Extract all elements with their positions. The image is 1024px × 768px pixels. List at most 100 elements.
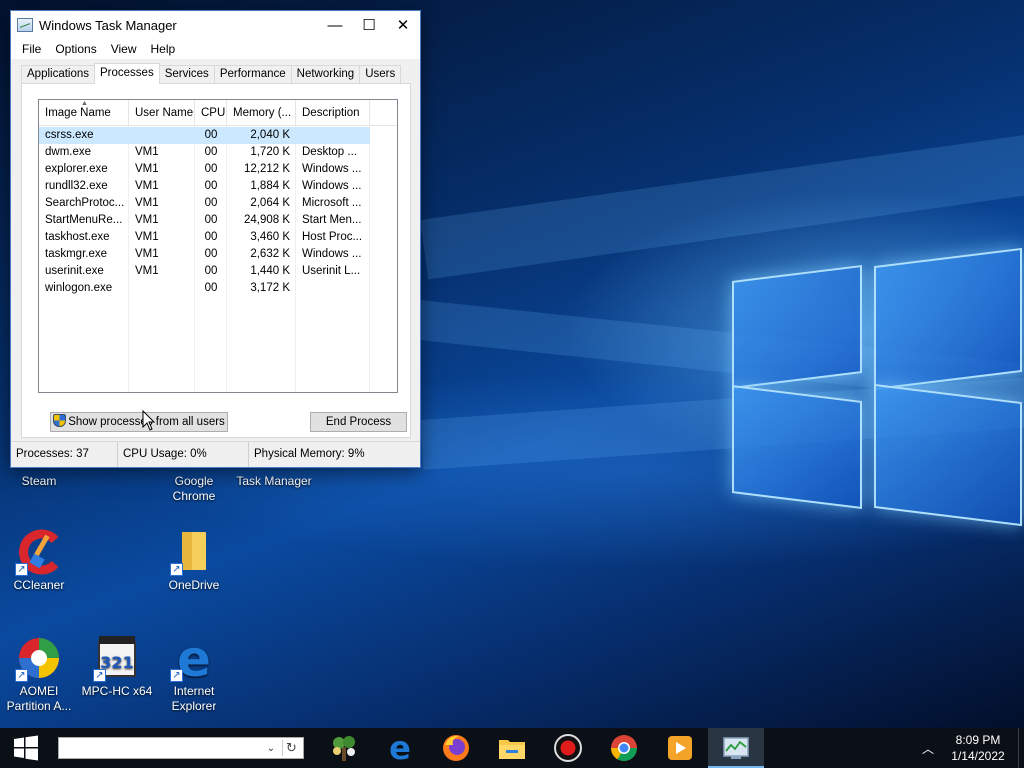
edge-icon: e ↗ <box>170 630 218 688</box>
clock-date: 1/14/2022 <box>951 749 1005 763</box>
close-button[interactable]: ✕ <box>386 11 420 39</box>
desktop-icon-onedrive[interactable]: ↗ OneDrive <box>155 528 233 593</box>
process-image-name: rundll32.exe <box>45 180 108 192</box>
table-row[interactable]: SearchProtoc... VM1 00 2,064 K Microsoft ... <box>39 195 397 212</box>
tab-processes[interactable]: Processes <box>94 63 160 84</box>
process-cpu: 00 <box>204 265 218 277</box>
process-memory: 24,908 K <box>243 214 290 226</box>
process-memory: 2,632 K <box>250 248 290 260</box>
desktop-icon-aomei[interactable]: ↗ AOMEI Partition A... <box>0 634 78 714</box>
media-player-icon <box>668 736 692 760</box>
tab-performance[interactable]: Performance <box>213 65 292 84</box>
taskbar-garden-app[interactable] <box>316 728 372 768</box>
desktop-icon-label: Google Chrome <box>172 474 216 503</box>
end-process-button[interactable]: End Process <box>310 412 407 432</box>
process-memory: 2,040 K <box>250 129 290 141</box>
show-hidden-icons-chevron-icon[interactable]: ︿ <box>914 740 942 757</box>
ccleaner-icon: ↗ <box>15 528 63 576</box>
menu-options[interactable]: Options <box>48 42 103 56</box>
desktop-icon-ccleaner[interactable]: ↗ CCleaner <box>0 528 78 593</box>
process-memory: 1,440 K <box>250 265 290 277</box>
taskbar-firefox[interactable] <box>428 728 484 768</box>
tab-services[interactable]: Services <box>158 65 215 84</box>
svg-text:e: e <box>389 733 411 763</box>
process-image-name: StartMenuRe... <box>45 214 123 226</box>
taskbar-search-box[interactable]: ⌄ ↻ <box>58 737 304 759</box>
desktop-icon-label: Task Manager <box>236 474 312 488</box>
menu-bar: File Options View Help <box>11 39 420 59</box>
process-user-name: VM1 <box>135 248 159 260</box>
process-user-name: VM1 <box>135 265 159 277</box>
table-row[interactable]: rundll32.exe VM1 00 1,884 K Windows ... <box>39 178 397 195</box>
tab-users[interactable]: Users <box>359 65 402 84</box>
search-dropdown-icon[interactable]: ⌄ <box>263 743 279 754</box>
taskbar-media-player[interactable] <box>652 728 708 768</box>
window-title: Windows Task Manager <box>39 17 177 33</box>
chrome-icon <box>610 735 638 762</box>
tab-networking[interactable]: Networking <box>290 65 361 84</box>
desktop-icon-google-chrome[interactable]: Google Chrome <box>155 474 233 504</box>
task-manager-icon <box>17 18 33 32</box>
taskbar-file-explorer[interactable] <box>484 728 540 768</box>
process-cpu: 00 <box>204 180 218 192</box>
menu-help[interactable]: Help <box>144 42 183 56</box>
process-list[interactable]: ▲ Image Name User Name CPU Memory (... D… <box>38 99 398 393</box>
process-image-name: explorer.exe <box>45 163 108 175</box>
column-cpu[interactable]: CPU <box>195 100 227 126</box>
process-user-name <box>129 280 195 297</box>
desktop-icon-steam[interactable]: Steam <box>0 474 78 489</box>
desktop-icon-label: CCleaner <box>13 578 65 592</box>
process-image-name: userinit.exe <box>45 265 104 277</box>
desktop-icon-internet-explorer[interactable]: e ↗ Internet Explorer <box>155 630 233 714</box>
process-user-name <box>129 127 195 144</box>
taskbar-recorder[interactable] <box>540 728 596 768</box>
show-all-processes-button[interactable]: Show processes from all users <box>50 412 228 432</box>
process-description <box>296 280 370 297</box>
desktop-icon-label: OneDrive <box>168 578 220 592</box>
system-tray: ︿ 8:09 PM 1/14/2022 <box>914 728 1024 768</box>
minimize-button[interactable]: — <box>318 11 352 39</box>
column-user-name[interactable]: User Name <box>129 100 195 126</box>
process-user-name: VM1 <box>135 214 159 226</box>
column-memory[interactable]: Memory (... <box>227 100 296 126</box>
tab-applications[interactable]: Applications <box>21 65 96 84</box>
table-row[interactable]: csrss.exe 00 2,040 K <box>39 127 370 144</box>
table-row[interactable]: winlogon.exe 00 3,172 K <box>39 280 397 297</box>
process-user-name: VM1 <box>135 146 159 158</box>
process-cpu: 00 <box>204 282 218 294</box>
process-cpu: 00 <box>204 231 218 243</box>
table-row[interactable]: userinit.exe VM1 00 1,440 K Userinit L... <box>39 263 397 280</box>
menu-view[interactable]: View <box>104 42 144 56</box>
search-refresh-icon[interactable]: ↻ <box>282 740 300 756</box>
desktop-icon-label: Internet Explorer <box>171 684 217 713</box>
column-description[interactable]: Description <box>296 100 370 126</box>
garden-app-icon <box>333 736 355 761</box>
table-row[interactable]: taskhost.exe VM1 00 3,460 K Host Proc... <box>39 229 397 246</box>
process-image-name: winlogon.exe <box>45 282 113 294</box>
desktop-icon-label: MPC-HC x64 <box>81 684 153 698</box>
process-image-name: dwm.exe <box>45 146 92 158</box>
status-bar: Processes: 37 CPU Usage: 0% Physical Mem… <box>11 441 420 467</box>
start-button[interactable] <box>0 728 52 768</box>
table-row[interactable]: explorer.exe VM1 00 12,212 K Windows ... <box>39 161 397 178</box>
menu-file[interactable]: File <box>15 42 48 56</box>
desktop-icon-task-manager[interactable]: Task Manager <box>234 474 314 489</box>
taskbar-edge[interactable]: e <box>372 728 428 768</box>
table-row[interactable]: taskmgr.exe VM1 00 2,632 K Windows ... <box>39 246 397 263</box>
taskbar-clock[interactable]: 8:09 PM 1/14/2022 <box>942 732 1014 764</box>
processes-panel: ▲ Image Name User Name CPU Memory (... D… <box>21 83 411 438</box>
maximize-button[interactable]: ☐ <box>352 11 386 39</box>
taskbar-chrome[interactable] <box>596 728 652 768</box>
process-memory: 3,460 K <box>250 231 290 243</box>
table-row[interactable]: StartMenuRe... VM1 00 24,908 K Start Men... <box>39 212 397 229</box>
taskbar-task-manager[interactable] <box>708 728 764 768</box>
show-desktop-button[interactable] <box>1018 728 1024 768</box>
process-memory: 12,212 K <box>243 163 290 175</box>
title-bar[interactable]: Windows Task Manager — ☐ ✕ <box>11 11 420 39</box>
taskbar-apps: e <box>316 728 764 768</box>
desktop-icon-label: Steam <box>21 474 57 488</box>
desktop-icon-mpc-hc[interactable]: 321 ↗ MPC-HC x64 <box>78 634 156 699</box>
process-description: Windows ... <box>302 248 362 260</box>
record-icon <box>554 734 582 762</box>
table-row[interactable]: dwm.exe VM1 00 1,720 K Desktop ... <box>39 144 397 161</box>
